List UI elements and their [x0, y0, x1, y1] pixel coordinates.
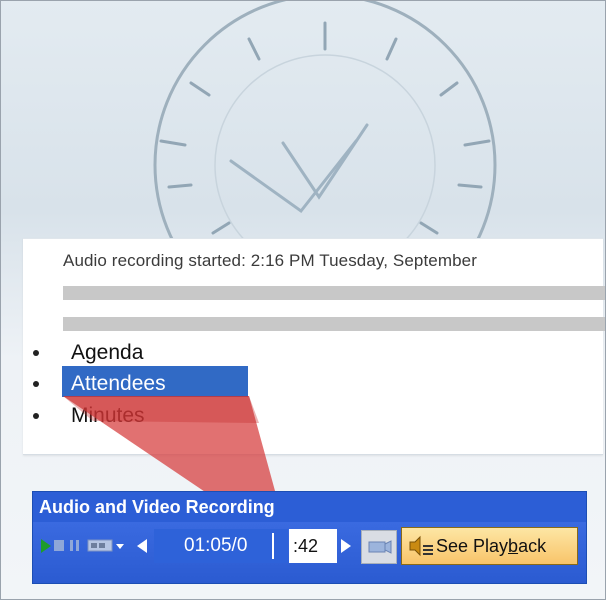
time-position-field[interactable]: 01:05/0 [154, 529, 288, 563]
bullet-icon [33, 350, 39, 356]
speaker-notes-icon [409, 535, 433, 557]
toolbar-title: Audio and Video Recording [33, 492, 586, 522]
stop-icon[interactable] [53, 536, 65, 556]
pause-icon[interactable] [69, 536, 81, 556]
app-window: Audio recording started: 2:16 PM Tuesday… [0, 0, 606, 600]
video-icon [368, 540, 392, 554]
bullet-label: Minutes [71, 404, 145, 427]
recording-status-text: Audio recording started: 2:16 PM Tuesday… [63, 251, 477, 270]
playback-label: See Playback [436, 536, 547, 556]
video-button[interactable] [361, 530, 397, 564]
rewind-icon[interactable] [135, 536, 149, 556]
see-playback-button[interactable]: See Playback [401, 527, 578, 565]
bullet-icon [33, 381, 39, 387]
bullet-label: Attendees [71, 372, 166, 395]
play-icon[interactable] [41, 536, 51, 556]
record-menu-icon[interactable] [87, 536, 127, 556]
time-duration-field[interactable]: :42 [289, 529, 337, 563]
note-panel: Audio recording started: 2:16 PM Tuesday… [23, 238, 605, 455]
bullet-label: Agenda [71, 341, 144, 364]
bullet-icon [33, 413, 39, 419]
toolbar-controls: 01:05/0 :42 See Playback [33, 522, 586, 583]
redacted-line [63, 317, 605, 331]
text-caret [272, 533, 274, 559]
redacted-line [63, 286, 605, 300]
audio-video-toolbar: Audio and Video Recording 01:05/0:42 Se… [32, 491, 587, 584]
forward-icon[interactable] [339, 536, 353, 556]
